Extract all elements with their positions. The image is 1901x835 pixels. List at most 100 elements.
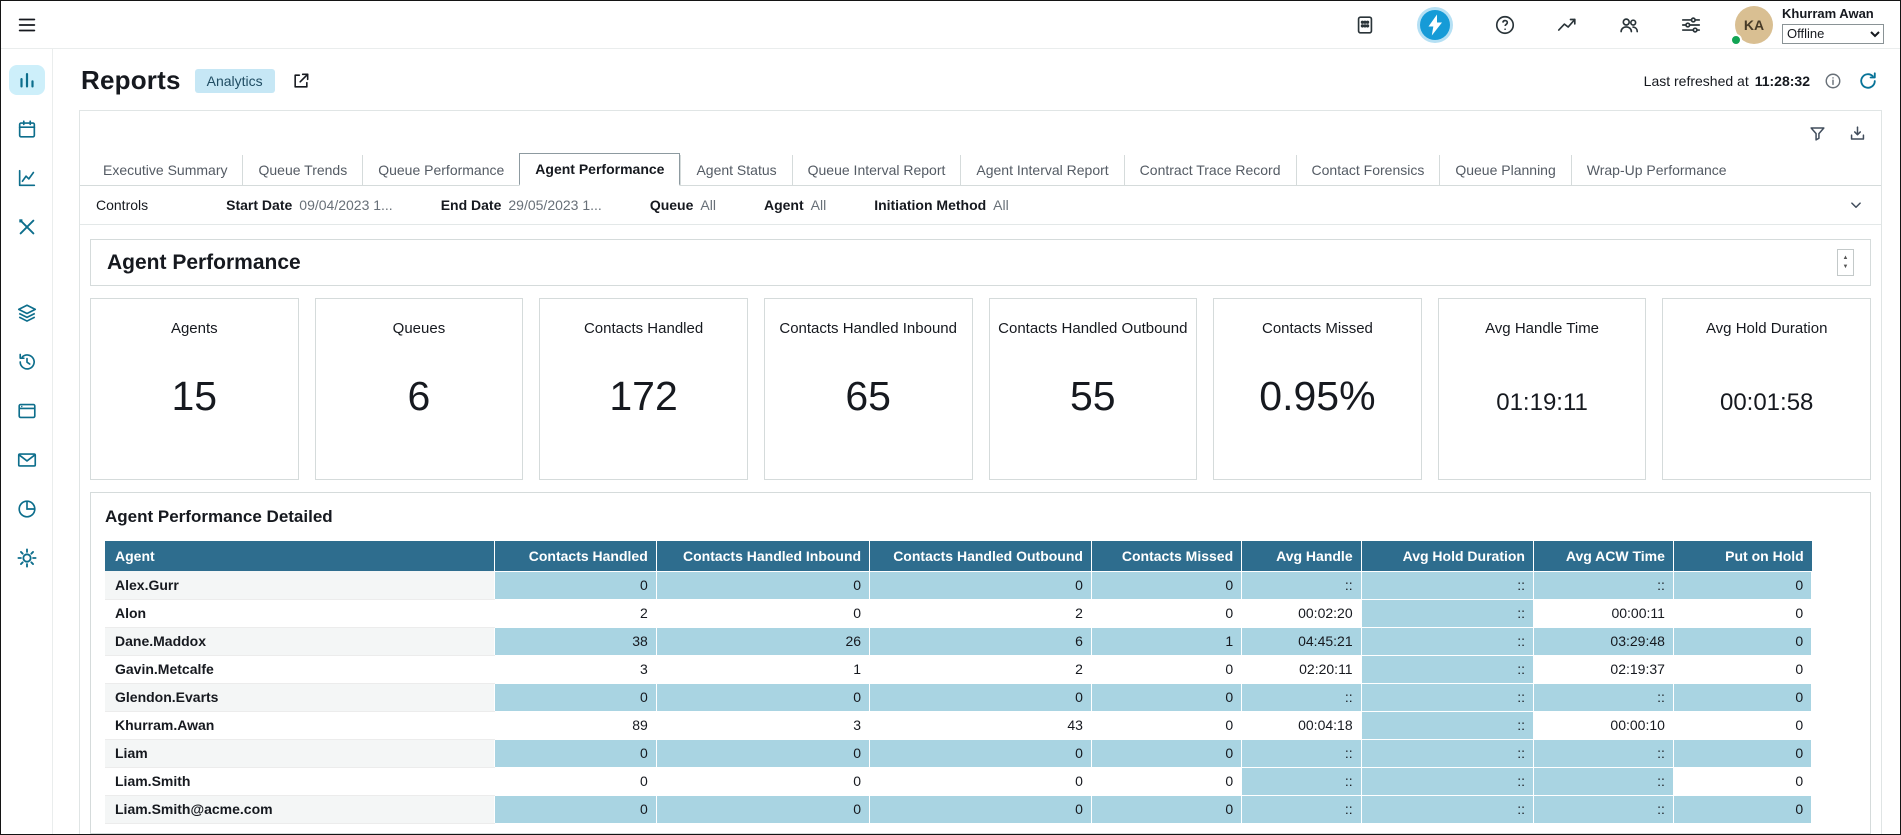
detail-title: Agent Performance Detailed	[105, 507, 1856, 527]
metric-cell: 1	[1091, 627, 1241, 655]
column-header[interactable]: Contacts Missed	[1091, 541, 1241, 571]
sidebar-item-mail[interactable]	[9, 445, 45, 475]
tab-executive-summary[interactable]: Executive Summary	[88, 155, 242, 185]
last-refreshed-time: 11:28:32	[1755, 73, 1810, 89]
tab-queue-planning[interactable]: Queue Planning	[1439, 155, 1570, 185]
metric-cell: 0	[656, 739, 869, 767]
kpi-value: 55	[990, 373, 1197, 420]
metric-cell: 0	[870, 767, 1092, 795]
column-header[interactable]: Avg Handle	[1242, 541, 1361, 571]
tab-queue-trends[interactable]: Queue Trends	[242, 155, 362, 185]
kpi-label: Avg Handle Time	[1439, 320, 1646, 337]
kpi-value: 65	[765, 373, 972, 420]
metric-cell: 0	[494, 767, 656, 795]
info-icon[interactable]	[1821, 69, 1845, 93]
stepper-control[interactable]: ▲▼	[1837, 249, 1854, 276]
sidebar-item-window[interactable]	[9, 396, 45, 426]
sidebar-item-pie-chart[interactable]	[9, 494, 45, 524]
agent-status-select[interactable]: Offline	[1782, 24, 1884, 44]
metric-cell: 0	[494, 683, 656, 711]
tab-queue-performance[interactable]: Queue Performance	[362, 155, 519, 185]
metric-cell: ::	[1361, 795, 1533, 823]
help-icon[interactable]	[1493, 13, 1517, 37]
agent-name-cell: Alon	[105, 599, 494, 627]
page-title: Reports	[81, 65, 181, 96]
table-row: Alex.Gurr0000::::::0	[105, 571, 1812, 599]
tab-agent-status[interactable]: Agent Status	[680, 155, 791, 185]
column-header[interactable]: Agent	[105, 541, 494, 571]
metric-cell: 2	[494, 599, 656, 627]
metric-cell: ::	[1533, 571, 1673, 599]
table-row: Gavin.Metcalfe312002:20:11::02:19:370	[105, 655, 1812, 683]
metric-cell: 0	[1091, 739, 1241, 767]
metric-cell: 89	[494, 711, 656, 739]
metric-cell: 02:19:37	[1533, 655, 1673, 683]
controls-label: Controls	[96, 197, 148, 213]
metric-cell: 0	[870, 571, 1092, 599]
download-icon[interactable]	[1847, 123, 1867, 143]
column-header[interactable]: Contacts Handled Outbound	[870, 541, 1092, 571]
sidebar-item-history[interactable]	[9, 347, 45, 377]
tab-queue-interval-report[interactable]: Queue Interval Report	[792, 155, 961, 185]
metrics-icon[interactable]	[1555, 13, 1579, 37]
user-name: Khurram Awan	[1782, 6, 1884, 21]
dialpad-icon[interactable]	[1353, 13, 1377, 37]
settings-sliders-icon[interactable]	[1679, 13, 1703, 37]
metric-cell: 0	[1673, 599, 1811, 627]
users-icon[interactable]	[1617, 13, 1641, 37]
filter-initiation-method[interactable]: Initiation Method All	[874, 197, 1009, 213]
tab-agent-performance[interactable]: Agent Performance	[519, 153, 680, 186]
kpi-label: Contacts Handled	[540, 320, 747, 337]
filter-icon[interactable]	[1807, 123, 1827, 143]
metric-cell: ::	[1361, 767, 1533, 795]
column-header[interactable]: Contacts Handled Inbound	[656, 541, 869, 571]
tab-contract-trace-record[interactable]: Contract Trace Record	[1124, 155, 1296, 185]
column-header[interactable]: Avg Hold Duration	[1361, 541, 1533, 571]
filter-label: Initiation Method	[874, 197, 986, 213]
column-header[interactable]: Contacts Handled	[494, 541, 656, 571]
sidebar-item-calendar[interactable]	[9, 114, 45, 144]
tab-contact-forensics[interactable]: Contact Forensics	[1296, 155, 1440, 185]
metric-cell: ::	[1361, 599, 1533, 627]
external-link-icon[interactable]	[289, 69, 313, 93]
panel-toolbar	[80, 111, 1881, 153]
metric-cell: 0	[1091, 599, 1241, 627]
agent-name-cell: Gavin.Metcalfe	[105, 655, 494, 683]
sidebar-item-settings[interactable]	[9, 543, 45, 573]
agent-name-cell: Liam	[105, 739, 494, 767]
sidebar-item-crossed-tools[interactable]	[9, 212, 45, 242]
filter-label: Start Date	[226, 197, 292, 213]
metric-cell: 0	[1091, 795, 1241, 823]
filter-agent[interactable]: Agent All	[764, 197, 826, 213]
section-header: Agent Performance ▲▼	[90, 239, 1871, 286]
tab-agent-interval-report[interactable]: Agent Interval Report	[960, 155, 1123, 185]
metric-cell: 0	[1673, 627, 1811, 655]
kpi-card-queues: Queues 6	[315, 298, 524, 480]
metric-cell: 0	[870, 739, 1092, 767]
tab-wrap-up-performance[interactable]: Wrap-Up Performance	[1571, 155, 1742, 185]
metric-cell: ::	[1533, 795, 1673, 823]
filter-queue[interactable]: Queue All	[650, 197, 716, 213]
metric-cell: 1	[656, 655, 869, 683]
last-refreshed-label: Last refreshed at	[1644, 73, 1749, 89]
avatar-initials: KA	[1744, 17, 1764, 33]
sidebar-item-layers[interactable]	[9, 298, 45, 328]
kpi-value: 172	[540, 373, 747, 420]
column-header[interactable]: Avg ACW Time	[1533, 541, 1673, 571]
kpi-value: 01:19:11	[1439, 389, 1646, 417]
table-row: Dane.Maddox38266104:45:21::03:29:480	[105, 627, 1812, 655]
kpi-label: Avg Hold Duration	[1663, 320, 1870, 337]
sidebar-item-realtime-metrics[interactable]	[9, 163, 45, 193]
metric-cell: 0	[1673, 739, 1811, 767]
avatar[interactable]: KA	[1735, 6, 1773, 44]
sidebar-item-dashboards[interactable]	[9, 65, 45, 95]
column-header[interactable]: Put on Hold	[1673, 541, 1811, 571]
ccp-launch-icon[interactable]	[1415, 5, 1455, 45]
agent-name-cell: Dane.Maddox	[105, 627, 494, 655]
metric-cell: ::	[1533, 683, 1673, 711]
chevron-down-icon[interactable]	[1847, 196, 1865, 214]
filter-end-date[interactable]: End Date 29/05/2023 1...	[441, 197, 602, 213]
filter-start-date[interactable]: Start Date 09/04/2023 1...	[226, 197, 393, 213]
refresh-icon[interactable]	[1856, 69, 1880, 93]
hamburger-menu-icon[interactable]	[15, 13, 39, 37]
